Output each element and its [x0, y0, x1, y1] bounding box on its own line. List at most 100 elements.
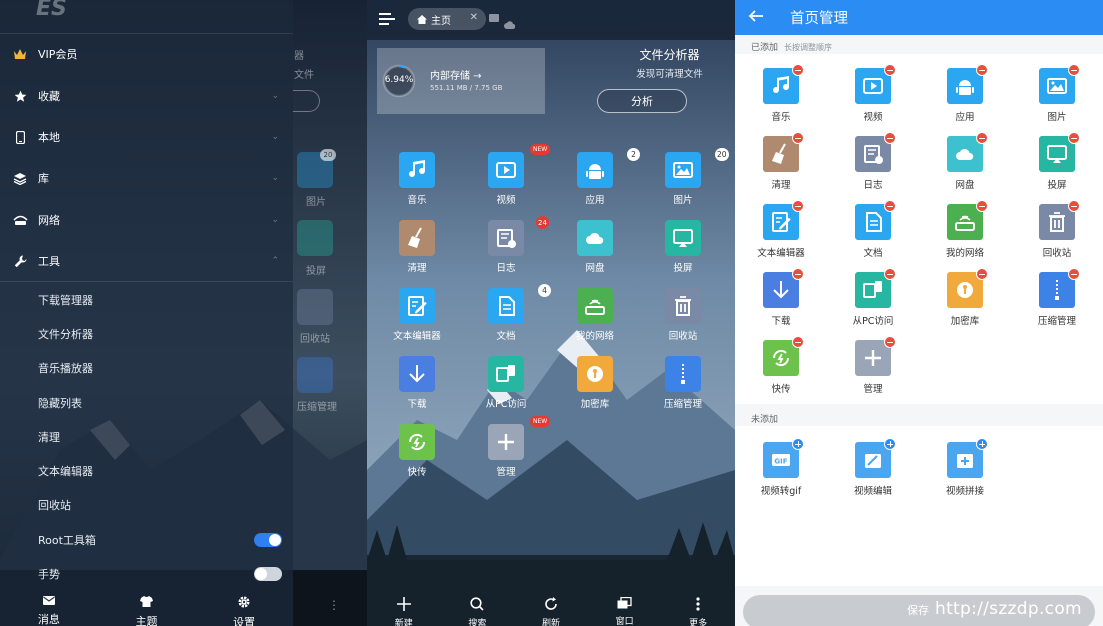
drawer-item-label: 库 — [38, 172, 49, 185]
remove-icon[interactable] — [976, 200, 988, 212]
remove-icon[interactable] — [884, 132, 896, 144]
nav-refresh[interactable]: 刷新 — [514, 588, 588, 626]
remove-icon[interactable] — [884, 64, 896, 76]
added-tile[interactable]: 文档 — [833, 200, 913, 266]
added-tile[interactable]: 应用 — [925, 64, 1005, 130]
not-added-section-label: 未添加 — [751, 415, 779, 425]
not-added-tile[interactable]: 视频编辑 — [833, 438, 913, 504]
tool-item-download-manager[interactable]: 下载管理器 — [38, 292, 93, 308]
download-icon — [399, 356, 435, 392]
behind-cast-icon — [297, 220, 333, 256]
remove-icon[interactable] — [1068, 268, 1080, 280]
shortcut-tile[interactable]: 音乐 — [377, 152, 457, 212]
nav-new[interactable]: 新建 — [367, 588, 441, 626]
added-tile[interactable]: 音乐 — [741, 64, 821, 130]
nav-more[interactable]: 更多 — [661, 588, 735, 626]
shortcut-tile[interactable]: 2 应用 — [555, 148, 640, 212]
drawer-item-network[interactable]: 网络 ⌄ — [0, 200, 293, 240]
added-tile[interactable]: 压缩管理 — [1017, 268, 1097, 334]
tool-item-music-player[interactable]: 音乐播放器 — [38, 360, 93, 376]
shortcut-tile[interactable]: 文本编辑器 — [377, 288, 457, 348]
drawer-item-library[interactable]: 库 ⌄ — [0, 158, 293, 198]
remove-icon[interactable] — [792, 132, 804, 144]
shortcut-tile[interactable]: 清理 — [377, 220, 457, 280]
added-tile[interactable]: 下载 — [741, 268, 821, 334]
drawer-item-local[interactable]: 本地 ⌄ — [0, 117, 293, 157]
remove-icon[interactable] — [792, 64, 804, 76]
drawer-tab-theme[interactable]: 主题 — [98, 588, 196, 626]
analyze-button[interactable]: 分析 — [597, 89, 687, 113]
added-tile[interactable]: 视频 — [833, 64, 913, 130]
shortcut-label: 压缩管理 — [663, 399, 702, 410]
add-icon[interactable] — [884, 438, 896, 450]
internal-storage-card[interactable]: 6.94% 内部存储 → 551.11 MB / 7.75 GB — [377, 48, 545, 114]
remove-icon[interactable] — [976, 64, 988, 76]
close-icon[interactable]: ✕ — [470, 12, 478, 23]
shortcut-tile[interactable]: 快传 — [377, 424, 457, 484]
remove-icon[interactable] — [1068, 200, 1080, 212]
tool-item-file-analyzer[interactable]: 文件分析器 — [38, 326, 93, 342]
not-added-tile[interactable]: GIF 视频转gif — [741, 438, 821, 504]
added-tile[interactable]: 网盘 — [925, 132, 1005, 198]
drawer-tab-messages[interactable]: 消息 — [0, 588, 98, 626]
remove-icon[interactable] — [976, 268, 988, 280]
shortcut-tile[interactable]: 回收站 — [643, 288, 723, 348]
back-arrow-icon[interactable] — [748, 8, 766, 26]
shortcut-tile[interactable]: 加密库 — [555, 356, 635, 416]
app-bar: 首页管理 — [735, 0, 1103, 35]
gesture-toggle[interactable] — [254, 567, 282, 581]
cloud-icon[interactable] — [504, 14, 516, 33]
added-tile[interactable]: 投屏 — [1017, 132, 1097, 198]
tool-item-hidden-list[interactable]: 隐藏列表 — [38, 395, 82, 411]
added-tile[interactable]: 管理 — [833, 336, 913, 402]
remove-icon[interactable] — [792, 336, 804, 348]
drawer-item-tools[interactable]: 工具 ⌃ — [0, 241, 293, 281]
shortcut-tile[interactable]: 网盘 — [555, 220, 635, 280]
shortcut-tile[interactable]: 从PC访问 — [466, 356, 546, 416]
added-tile[interactable]: 文本编辑器 — [741, 200, 821, 266]
tool-item-recycle-bin[interactable]: 回收站 — [38, 497, 71, 513]
drawer-item-vip[interactable]: VIP会员 — [0, 34, 293, 74]
tab-home[interactable]: 主页 ✕ — [408, 8, 486, 30]
nav-search[interactable]: 搜索 — [441, 588, 515, 626]
shortcut-tile[interactable]: NEW 视频 — [466, 144, 551, 212]
shortcut-tile[interactable]: 下载 — [377, 356, 457, 416]
add-icon[interactable] — [792, 438, 804, 450]
shortcut-label: 加密库 — [580, 399, 610, 410]
remove-icon[interactable] — [976, 132, 988, 144]
not-added-tile[interactable]: 视频拼接 — [925, 438, 1005, 504]
shortcut-tile[interactable]: 压缩管理 — [643, 356, 723, 416]
remove-icon[interactable] — [792, 200, 804, 212]
drawer-item-favorites[interactable]: 收藏 ⌄ — [0, 76, 293, 116]
add-icon[interactable] — [976, 438, 988, 450]
shortcut-tile[interactable]: 4 文档 — [466, 284, 551, 348]
remove-icon[interactable] — [1068, 64, 1080, 76]
shortcut-tile[interactable]: 24 日志 — [466, 216, 549, 280]
added-tile[interactable]: 清理 — [741, 132, 821, 198]
drawer-tab-settings[interactable]: 设置 — [195, 588, 293, 626]
remove-icon[interactable] — [884, 200, 896, 212]
remove-icon[interactable] — [884, 268, 896, 280]
lock-icon — [577, 356, 613, 392]
drawer-panel: 器 文件 20 图片 投屏 回收站 压缩管理 ⋮ ES VIP会员 收藏 ⌄ 本… — [0, 0, 367, 626]
tool-item-text-editor[interactable]: 文本编辑器 — [38, 463, 93, 479]
added-tile[interactable]: 回收站 — [1017, 200, 1097, 266]
remove-icon[interactable] — [792, 268, 804, 280]
remove-icon[interactable] — [1068, 132, 1080, 144]
shortcut-tile[interactable]: 我的网络 — [555, 288, 635, 348]
remove-icon[interactable] — [884, 336, 896, 348]
shortcut-tile[interactable]: 20 图片 — [643, 148, 729, 212]
added-tile[interactable]: 从PC访问 — [833, 268, 913, 334]
shortcut-tile[interactable]: NEW 管理 — [466, 416, 551, 484]
window-icon[interactable] — [489, 14, 499, 22]
added-tile[interactable]: 日志 — [833, 132, 913, 198]
added-tile[interactable]: 快传 — [741, 336, 821, 402]
added-tile[interactable]: 我的网络 — [925, 200, 1005, 266]
nav-windows[interactable]: 窗口 — [588, 588, 662, 626]
tool-item-cleaner[interactable]: 清理 — [38, 429, 60, 445]
shortcut-tile[interactable]: 投屏 — [643, 220, 723, 280]
menu-icon[interactable] — [379, 12, 395, 26]
root-toolbox-toggle[interactable] — [254, 533, 282, 547]
added-tile[interactable]: 图片 — [1017, 64, 1097, 130]
added-tile[interactable]: 加密库 — [925, 268, 1005, 334]
